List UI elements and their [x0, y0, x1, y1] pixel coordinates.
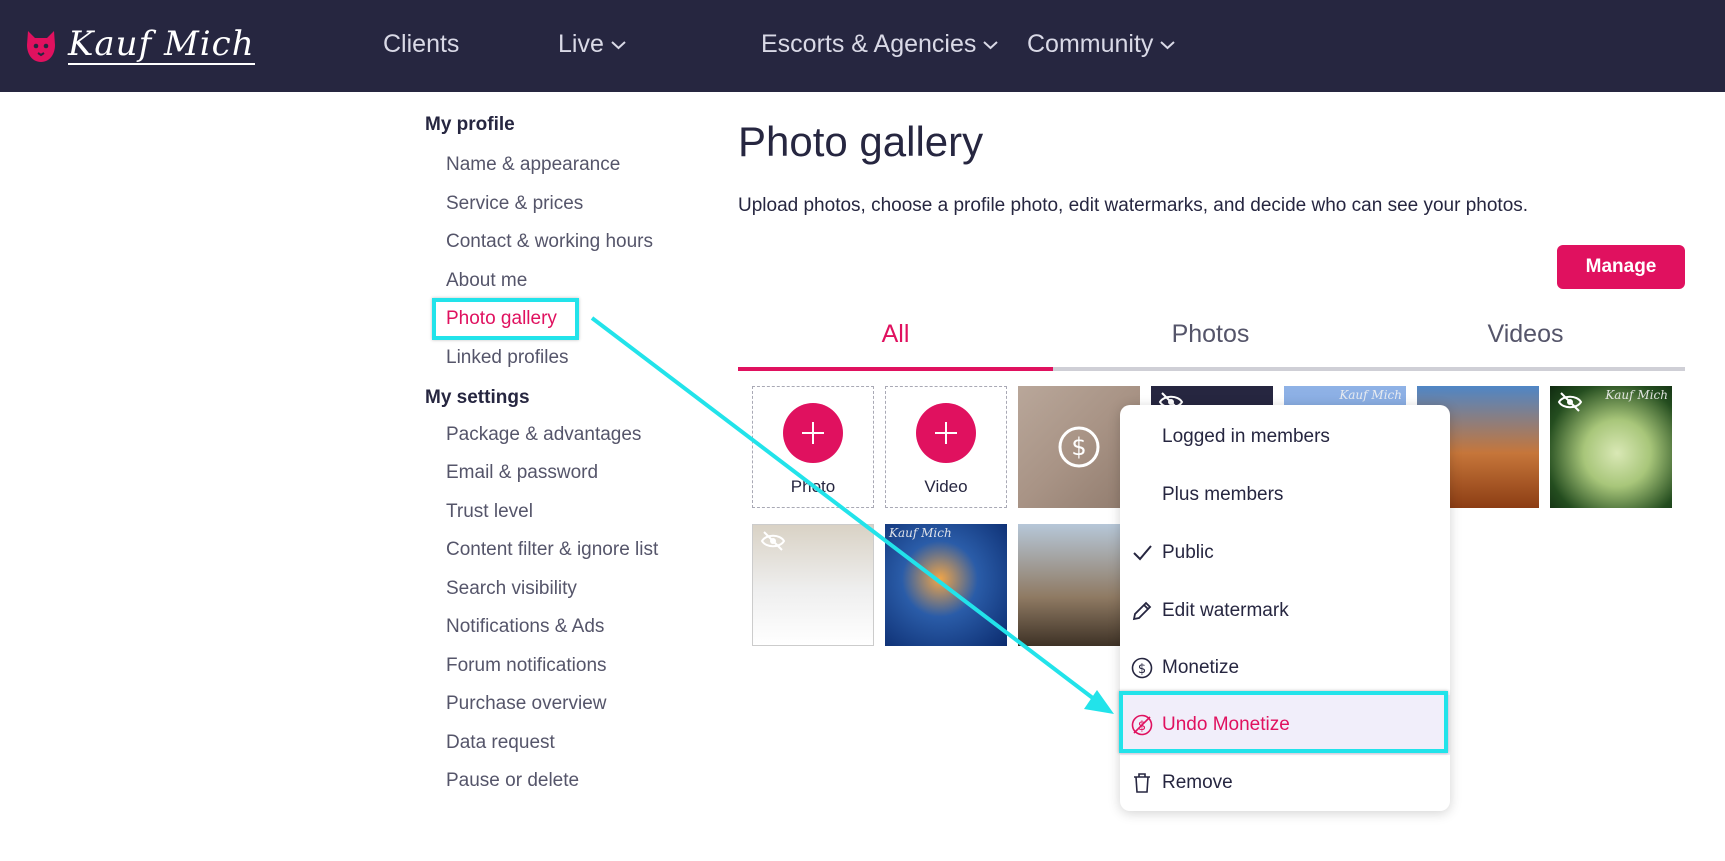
gallery-thumbnail[interactable]: Kauf Mich — [885, 524, 1007, 646]
menu-item-remove[interactable]: Remove — [1120, 757, 1450, 809]
menu-item-public[interactable]: Public — [1120, 527, 1450, 579]
annotation-highlight-undo-monetize — [1119, 691, 1448, 753]
watermark-text: Kauf Mich — [889, 526, 952, 540]
gallery-thumbnail[interactable] — [752, 524, 874, 646]
menu-item-monetize[interactable]: $ Monetize — [1120, 642, 1450, 694]
nav-escorts-label: Escorts & Agencies — [761, 30, 977, 58]
chevron-down-icon — [611, 40, 626, 49]
upload-video-label: Video — [924, 477, 968, 496]
sidebar-item-notifications-ads[interactable]: Notifications & Ads — [446, 616, 604, 638]
menu-item-label: Plus members — [1162, 484, 1284, 505]
tab-photos[interactable]: Photos — [1053, 300, 1368, 368]
nav-live[interactable]: Live — [558, 30, 627, 59]
page-description: Upload photos, choose a profile photo, e… — [738, 195, 1529, 216]
brand-wordmark: Kauf Mich — [68, 24, 255, 65]
svg-text:$: $ — [1071, 433, 1086, 461]
nav-clients-label: Clients — [383, 30, 460, 58]
menu-item-edit-watermark[interactable]: Edit watermark — [1120, 585, 1450, 637]
nav-community[interactable]: Community — [1027, 30, 1176, 59]
menu-item-label: Public — [1162, 542, 1214, 563]
tab-all[interactable]: All — [738, 300, 1053, 368]
brand-logo[interactable]: Kauf Mich — [24, 26, 255, 65]
sidebar-item-purchase-overview[interactable]: Purchase overview — [446, 693, 607, 715]
sidebar-item-forum-notifications[interactable]: Forum notifications — [446, 655, 607, 677]
sidebar-item-content-filter[interactable]: Content filter & ignore list — [446, 539, 658, 561]
nav-live-label: Live — [558, 30, 604, 58]
sidebar-item-contact-hours[interactable]: Contact & working hours — [446, 231, 653, 253]
sidebar-item-linked-profiles[interactable]: Linked profiles — [446, 347, 569, 369]
svg-text:$: $ — [1138, 662, 1146, 677]
plus-icon — [783, 403, 843, 463]
sidebar-item-package[interactable]: Package & advantages — [446, 424, 641, 446]
eye-off-icon — [760, 531, 786, 551]
eye-off-icon — [1557, 392, 1583, 412]
menu-item-label: Logged in members — [1162, 426, 1330, 447]
menu-item-label: Remove — [1162, 772, 1233, 793]
watermark-text: Kauf Mich — [1605, 388, 1668, 402]
sidebar-item-name-appearance[interactable]: Name & appearance — [446, 154, 620, 176]
chevron-down-icon — [983, 40, 999, 49]
menu-item-logged-in-members[interactable]: Logged in members — [1120, 411, 1450, 463]
gallery-tabs: All Photos Videos — [738, 300, 1685, 372]
menu-item-label: Edit watermark — [1162, 600, 1289, 621]
manage-button[interactable]: Manage — [1557, 245, 1685, 289]
upload-photo-tile[interactable]: Photo — [752, 386, 874, 508]
sidebar-item-about-me[interactable]: About me — [446, 270, 527, 292]
sidebar-item-trust-level[interactable]: Trust level — [446, 501, 533, 523]
tab-videos[interactable]: Videos — [1368, 300, 1683, 368]
tab-active-indicator — [738, 367, 1053, 371]
annotation-highlight-photo-gallery — [432, 298, 579, 340]
nav-clients[interactable]: Clients — [383, 30, 459, 59]
cat-head-icon — [27, 30, 55, 62]
sidebar-item-data-request[interactable]: Data request — [446, 732, 555, 754]
pencil-icon — [1132, 601, 1152, 621]
sidebar-item-email-password[interactable]: Email & password — [446, 462, 598, 484]
upload-photo-label: Photo — [790, 477, 836, 496]
nav-community-label: Community — [1027, 30, 1154, 58]
dollar-coin-icon: $ — [1058, 426, 1100, 468]
upload-video-tile[interactable]: Video — [885, 386, 1007, 508]
plus-icon — [916, 403, 976, 463]
top-navbar: Kauf Mich Clients Live Escorts & Agencie… — [0, 0, 1725, 92]
menu-item-label: Monetize — [1162, 657, 1240, 678]
sidebar-item-search-visibility[interactable]: Search visibility — [446, 578, 577, 600]
trash-icon — [1134, 773, 1150, 793]
menu-item-plus-members[interactable]: Plus members — [1120, 469, 1450, 521]
sidebar-item-service-prices[interactable]: Service & prices — [446, 193, 583, 215]
nav-escorts-agencies[interactable]: Escorts & Agencies — [761, 30, 999, 59]
sidebar-heading-my-settings: My settings — [425, 387, 530, 408]
check-icon — [1133, 545, 1152, 561]
page-title: Photo gallery — [738, 118, 984, 165]
watermark-text: Kauf Mich — [1339, 388, 1402, 402]
gallery-thumbnail[interactable]: Kauf Mich — [1550, 386, 1672, 508]
sidebar-heading-my-profile: My profile — [425, 114, 515, 135]
dollar-coin-icon: $ — [1131, 657, 1153, 679]
sidebar-item-pause-delete[interactable]: Pause or delete — [446, 770, 579, 792]
chevron-down-icon — [1160, 40, 1176, 49]
